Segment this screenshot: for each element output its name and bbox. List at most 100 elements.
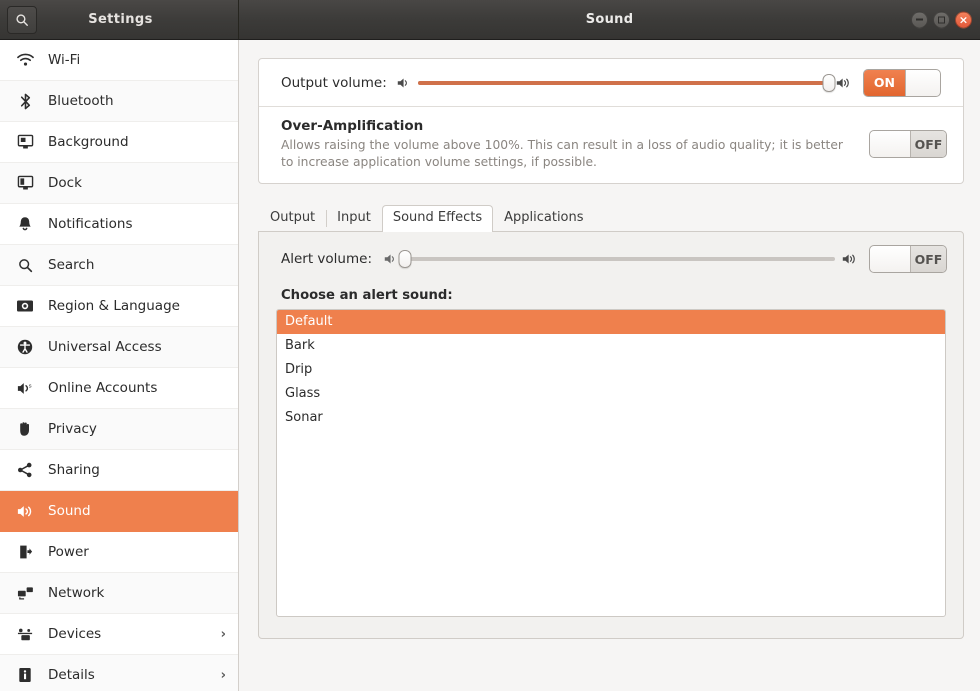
speaker-high-icon [835,76,853,90]
window-controls: × [911,11,972,28]
alert-volume-slider[interactable] [398,250,835,269]
settings-title: Settings [88,12,153,27]
tab-sound-effects[interactable]: Sound Effects [381,205,494,233]
sidebar-item-label: Online Accounts [48,380,158,396]
over-amplification-text: Over-Amplification Allows raising the vo… [281,118,859,170]
maximize-icon [938,16,945,23]
alert-sound-list[interactable]: Default Bark Drip Glass Sonar [276,309,946,618]
hand-icon [14,421,36,437]
output-volume-row: Output volume: ON [259,59,963,107]
sidebar-item-label: Devices [48,626,102,642]
sidebar-item-background[interactable]: Background [0,122,238,163]
tab-output[interactable]: Output [259,205,326,231]
sidebar-item-dock[interactable]: Dock [0,163,238,204]
slider-fill [417,80,829,85]
tab-applications[interactable]: Applications [493,205,594,231]
chevron-right-icon: › [220,667,226,683]
toggle-state-label: OFF [910,131,946,158]
sidebar-item-wi-fi[interactable]: Wi-Fi [0,40,238,81]
search-icon [15,13,29,27]
sidebar-item-label: Privacy [48,421,97,437]
slider-handle[interactable] [822,73,836,92]
sidebar-item-label: Sharing [48,462,100,478]
close-button[interactable]: × [955,11,972,28]
over-amplification-row: Over-Amplification Allows raising the vo… [259,107,963,183]
accessibility-icon [14,339,36,355]
sidebar-item-online-accounts[interactable]: s Online Accounts [0,368,238,409]
sidebar-item-devices[interactable]: Devices › [0,614,238,655]
sidebar-item-details[interactable]: Details › [0,655,238,691]
speaker-low-icon [396,76,412,90]
svg-text:s: s [29,383,32,389]
toggle-state-label: OFF [910,246,946,273]
sidebar-item-sharing[interactable]: Sharing [0,450,238,491]
sidebar-item-sound[interactable]: Sound [0,491,238,532]
sidebar-item-bluetooth[interactable]: Bluetooth [0,81,238,122]
sidebar-item-label: Power [48,544,89,560]
toggle-knob [870,246,911,273]
tab-input[interactable]: Input [326,205,382,231]
list-item[interactable]: Sonar [277,406,945,430]
alert-volume-row: Alert volume: OFF [275,244,947,274]
share-icon [14,462,36,478]
dock-icon [14,175,36,191]
sidebar-item-label: Wi-Fi [48,52,81,68]
sidebar-item-label: Details [48,667,95,683]
sidebar-item-universal-access[interactable]: Universal Access [0,327,238,368]
window-header: Sound × [239,0,980,39]
over-amplification-toggle[interactable]: OFF [869,130,947,159]
bluetooth-icon [14,93,36,110]
sidebar-item-label: Search [48,257,95,273]
wifi-icon [14,53,36,67]
sidebar-item-region-language[interactable]: Region & Language [0,286,238,327]
devices-icon [14,627,36,642]
online-accounts-icon: s [14,381,36,396]
list-item[interactable]: Glass [277,382,945,406]
main-content: Output volume: ON Over-Amplification All… [239,40,980,691]
list-item[interactable]: Default [277,310,945,335]
sidebar-item-search[interactable]: Search [0,245,238,286]
list-item[interactable]: Bark [277,334,945,358]
sidebar-item-label: Region & Language [48,298,180,314]
sidebar-item-label: Background [48,134,129,150]
region-language-icon [14,299,36,313]
chevron-right-icon: › [220,626,226,642]
search-button[interactable] [7,5,37,34]
tabstrip: Output Input Sound Effects Applications [258,205,964,233]
network-icon [14,586,36,601]
sidebar-item-network[interactable]: Network [0,573,238,614]
slider-track [405,257,835,262]
alert-volume-label: Alert volume: [281,251,372,268]
speaker-icon [14,504,36,519]
output-volume-slider[interactable] [417,73,836,92]
alert-volume-toggle[interactable]: OFF [869,245,947,274]
output-volume-label: Output volume: [281,74,387,91]
background-icon [14,134,36,150]
sidebar-item-label: Network [48,585,105,601]
maximize-button[interactable] [933,11,950,28]
sidebar-item-power[interactable]: Power [0,532,238,573]
volume-card: Output volume: ON Over-Amplification All… [258,58,964,185]
slider-handle[interactable] [398,250,412,269]
minimize-icon [916,18,923,21]
over-amplification-title: Over-Amplification [281,118,424,134]
sidebar-item-privacy[interactable]: Privacy [0,409,238,450]
sidebar-item-label: Sound [48,503,91,519]
sidebar-item-label: Dock [48,175,82,191]
list-item[interactable]: Drip [277,358,945,382]
minimize-button[interactable] [911,11,928,28]
titlebar: Settings Sound × [0,0,980,40]
over-amplification-description: Allows raising the volume above 100%. Th… [281,138,843,169]
tabs-section: Output Input Sound Effects Applications Ale… [258,205,964,640]
sidebar-item-label: Notifications [48,216,133,232]
window-title: Sound [585,12,634,27]
output-volume-toggle[interactable]: ON [863,68,941,97]
sidebar-item-label: Bluetooth [48,93,114,109]
toggle-knob [904,69,940,96]
window-body: Wi-Fi Bluetooth Background Dock Notification… [0,40,980,691]
search-icon [14,258,36,273]
sidebar-item-notifications[interactable]: Notifications [0,204,238,245]
power-icon [14,544,36,560]
settings-window: Settings Sound × Wi-Fi Bluetooth Backgroun… [0,0,980,691]
close-icon: × [958,13,969,26]
